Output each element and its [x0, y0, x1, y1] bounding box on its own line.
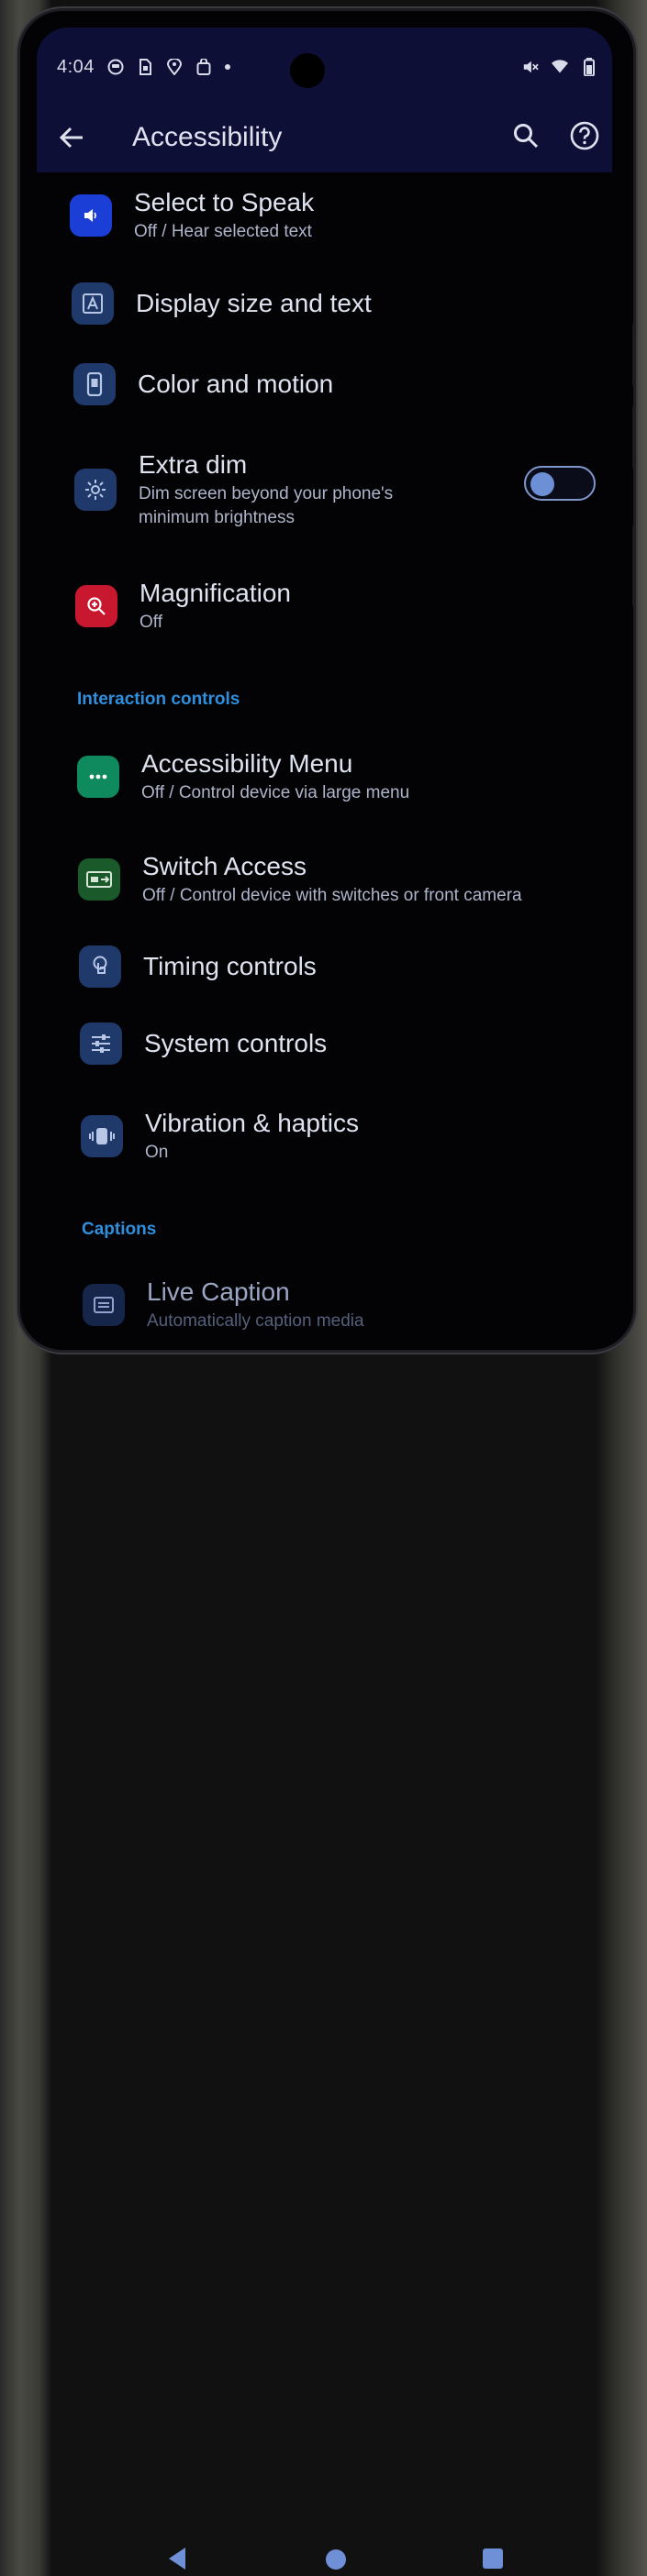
menu-dots-icon: [77, 756, 119, 798]
list-item-system-controls[interactable]: System controls: [80, 1023, 629, 1065]
page-title: Accessibility: [132, 122, 283, 152]
item-title: Accessibility Menu: [141, 749, 353, 778]
toggle-knob: [530, 472, 554, 496]
list-item-vibration-haptics[interactable]: Vibration & haptics On: [81, 1108, 629, 1165]
phone-icon: [73, 363, 116, 405]
item-title: Timing controls: [143, 952, 317, 980]
bag-icon: [195, 59, 212, 75]
status-time: 4:04: [57, 56, 95, 77]
switch-icon: [78, 858, 120, 901]
wifi-icon: [552, 59, 568, 75]
section-header-captions: Captions: [82, 1220, 157, 1239]
list-item-color-motion[interactable]: Color and motion: [73, 363, 629, 405]
item-subtitle-line2: minimum brightness: [139, 508, 295, 527]
list-item-magnification[interactable]: Magnification Off: [75, 578, 629, 635]
list-item-timing-controls[interactable]: Timing controls: [79, 945, 629, 988]
section-header-interaction: Interaction controls: [77, 690, 240, 709]
sim-icon: [137, 59, 153, 75]
item-subtitle: Off / Control device via large menu: [141, 783, 410, 802]
item-title: Display size and text: [136, 289, 372, 317]
mute-icon: [522, 59, 539, 75]
vibrate-icon: [81, 1115, 123, 1157]
list-item-select-to-speak[interactable]: Select to Speak Off / Hear selected text: [70, 187, 629, 244]
item-subtitle: Off / Control device with switches or fr…: [142, 886, 522, 905]
sliders-icon: [80, 1023, 122, 1065]
item-title: Switch Access: [142, 852, 307, 880]
speaker-icon: [70, 194, 112, 237]
status-bar: 4:04: [57, 51, 597, 83]
back-nav-icon[interactable]: [165, 2546, 189, 2576]
item-subtitle: Dim screen beyond your phone's: [139, 484, 394, 503]
dot-icon: [224, 64, 230, 70]
app-bar: Accessibility: [55, 112, 605, 163]
list-item-accessibility-menu[interactable]: Accessibility Menu Off / Control device …: [77, 748, 629, 805]
magnify-icon: [75, 585, 117, 627]
brightness-icon: [74, 469, 117, 511]
volume-up-button: [632, 323, 633, 387]
recents-nav-icon[interactable]: [482, 2548, 504, 2574]
item-title: System controls: [144, 1029, 328, 1057]
text-size-icon: [72, 282, 114, 325]
item-title: Color and motion: [138, 370, 334, 398]
arrow-left-icon[interactable]: [55, 121, 88, 154]
item-subtitle: Off / Hear selected text: [134, 222, 312, 241]
item-title: Magnification: [139, 579, 291, 607]
item-title: Extra dim: [139, 450, 248, 479]
help-icon[interactable]: [570, 121, 599, 155]
extra-dim-toggle[interactable]: [524, 466, 596, 501]
battery-icon: [581, 58, 597, 76]
item-subtitle: Off: [139, 613, 162, 632]
home-nav-icon[interactable]: [324, 2548, 348, 2576]
item-subtitle: On: [145, 1143, 169, 1162]
power-button: [632, 525, 633, 607]
item-title: Vibration & haptics: [145, 1109, 359, 1137]
item-title: Select to Speak: [134, 188, 315, 216]
list-item-switch-access[interactable]: Switch Access Off / Control device with …: [78, 851, 629, 908]
face-icon: [107, 59, 124, 75]
volume-down-button: [632, 405, 633, 470]
location-icon: [166, 59, 183, 75]
search-icon[interactable]: [513, 123, 539, 153]
touch-icon: [79, 945, 121, 988]
navigation-bar: [0, 1266, 647, 2570]
list-item-display-size[interactable]: Display size and text: [72, 282, 629, 325]
